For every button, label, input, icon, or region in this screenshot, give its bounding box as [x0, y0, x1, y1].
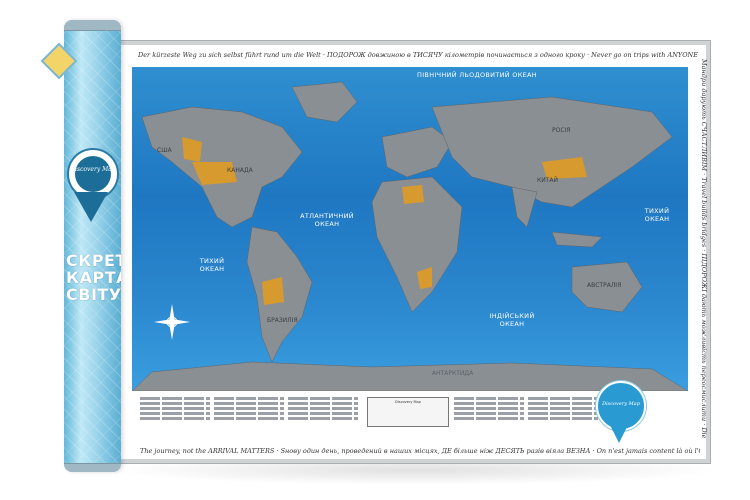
- legend-column: [528, 397, 598, 422]
- antarctica-label: АНТАРКТИДА: [432, 370, 474, 377]
- tube-cap-top: [64, 20, 121, 31]
- russia-label: РОСІЯ: [552, 127, 571, 134]
- map-svg: [132, 81, 688, 391]
- tube-title: СКРЕТЧ КАРТА СВІТУ: [66, 251, 121, 304]
- pacific-west-label: ТИХИЙ ОКЕАН: [199, 257, 225, 273]
- legend-center-title: Discovery Map: [395, 400, 421, 404]
- badge-title: Discovery Map: [602, 401, 640, 407]
- asia: [431, 96, 673, 208]
- poster-frame: Der kürzeste Weg zu sich selbst führt ru…: [113, 40, 711, 464]
- tube-emblem-pointer: [74, 192, 108, 222]
- scratched-south-america: [262, 277, 284, 305]
- greenland: [291, 81, 358, 123]
- canada-label: КАНАДА: [227, 167, 253, 174]
- legend-column: [214, 397, 284, 422]
- bottom-quote: The journey, not the ARRIVAL MATTERS · Ѕ…: [140, 447, 700, 455]
- usa-label: США: [157, 147, 172, 154]
- tube-emblem-text: Discovery Map: [70, 166, 116, 173]
- brazil-label: БРАЗИЛІЯ: [267, 317, 298, 324]
- legend-column: [288, 397, 358, 422]
- tube-emblem-inner: [75, 156, 111, 192]
- right-quote-strip: Мандри дарують СЧАСТЛИВІМ · Travel build…: [698, 59, 710, 439]
- packaging-tube: Discovery Map СКРЕТЧ КАРТА СВІТУ: [64, 20, 121, 472]
- right-quote: Мандри дарують СЧАСТЛИВІМ · Travel build…: [700, 59, 708, 439]
- arctic-ocean-label: ПІВНІЧНИЙ ЛЬОДОВИТИЙ ОКЕАН: [417, 71, 537, 79]
- atlantic-ocean-label: АТЛАНТИЧНИЙ ОКЕАН: [300, 212, 354, 228]
- tube-cap-bottom: [64, 463, 121, 472]
- poster-paper: Der kürzeste Weg zu sich selbst führt ru…: [118, 45, 708, 459]
- legend-column: [140, 397, 210, 422]
- pacific-east-label: ТИХИЙ ОКЕАН: [644, 207, 670, 223]
- top-quote: Der kürzeste Weg zu sich selbst führt ru…: [138, 51, 698, 59]
- legend-center-box: Discovery Map: [367, 397, 449, 427]
- indonesia: [551, 231, 603, 248]
- scratched-libya: [402, 185, 424, 204]
- tube-pattern: [64, 20, 121, 472]
- legend-column: [454, 397, 524, 422]
- world-map: ПІВНІЧНИЙ ЛЬОДОВИТИЙ ОКЕАН АТЛАНТИЧНИЙ О…: [132, 67, 688, 391]
- europe: [381, 126, 453, 178]
- india: [511, 186, 538, 228]
- compass-rose: [154, 304, 190, 340]
- badge-pointer: [605, 415, 633, 443]
- indian-ocean-label: ІНДІЙСЬКИЙ ОКЕАН: [489, 312, 535, 328]
- australia-label: АВСТРАЛІЯ: [587, 282, 622, 289]
- china-label: КИТАЙ: [537, 177, 559, 184]
